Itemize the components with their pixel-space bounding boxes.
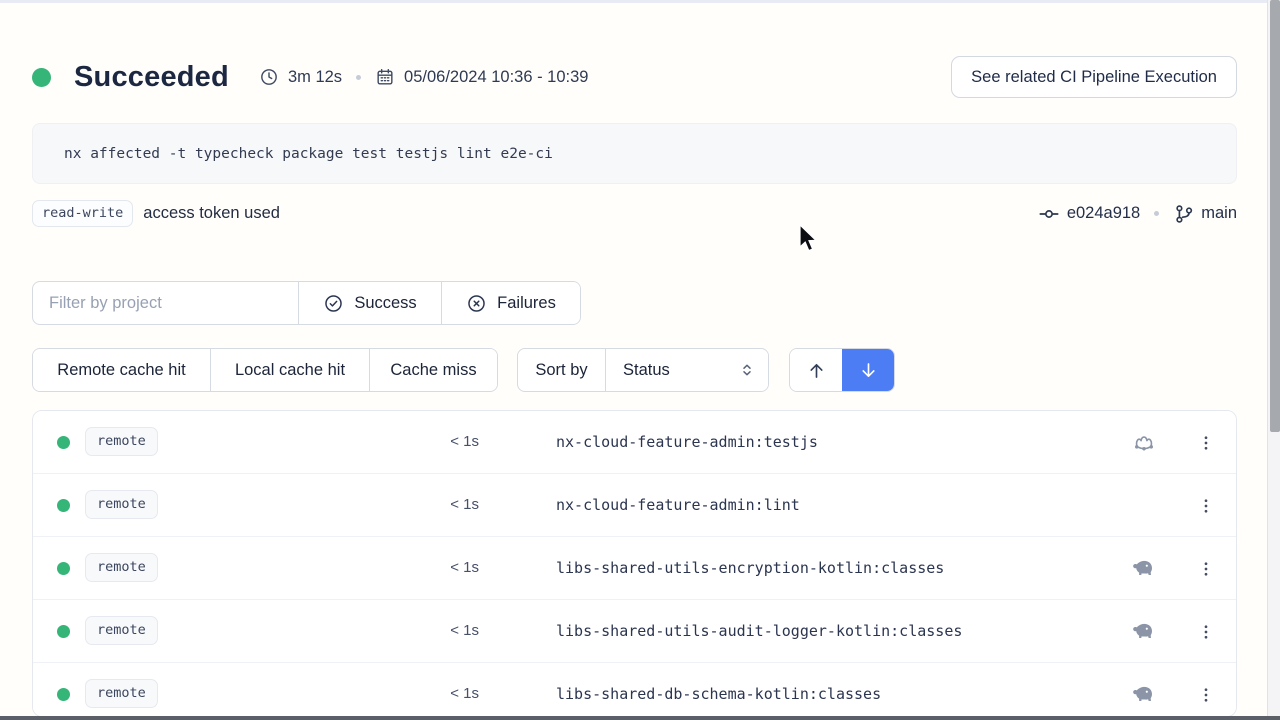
separator-dot	[356, 75, 361, 80]
see-related-ci-pipeline-button[interactable]: See related CI Pipeline Execution	[951, 56, 1237, 98]
cache-miss-button[interactable]: Cache miss	[370, 349, 497, 391]
cache-source-badge: remote	[85, 679, 158, 708]
task-menu-button[interactable]	[1191, 617, 1221, 647]
run-command-box: nx affected -t typecheck package test te…	[32, 123, 1237, 184]
arrow-down-icon	[858, 360, 879, 381]
task-duration: < 1s	[411, 496, 479, 513]
clock-icon	[259, 67, 279, 87]
run-duration: 3m 12s	[288, 68, 342, 87]
cache-source-badge: remote	[85, 553, 158, 582]
task-status-dot	[57, 436, 70, 449]
task-row[interactable]: remote < 1s libs-shared-utils-encryption…	[33, 537, 1236, 600]
bottom-window-edge	[0, 716, 1280, 720]
chevron-up-down-icon	[738, 361, 756, 379]
task-name: libs-shared-utils-encryption-kotlin:clas…	[556, 559, 944, 577]
filter-by-project-input[interactable]	[33, 282, 298, 324]
calendar-icon	[375, 67, 395, 87]
task-list: remote < 1s nx-cloud-feature-admin:testj…	[32, 410, 1237, 717]
task-duration: < 1s	[411, 622, 479, 639]
remote-cache-hit-button[interactable]: Remote cache hit	[33, 349, 210, 391]
sort-group: Sort by Status	[517, 348, 769, 392]
task-duration: < 1s	[411, 559, 479, 576]
task-status-dot	[57, 499, 70, 512]
run-date-range: 05/06/2024 10:36 - 10:39	[404, 68, 588, 87]
run-command: nx affected -t typecheck package test te…	[64, 146, 553, 162]
task-name: nx-cloud-feature-admin:testjs	[556, 433, 818, 451]
jest-icon	[1131, 430, 1157, 456]
sort-field-value: Status	[623, 361, 670, 380]
scrollbar-thumb[interactable]	[1270, 0, 1280, 432]
task-menu-button[interactable]	[1191, 554, 1221, 584]
task-duration: < 1s	[411, 685, 479, 702]
git-commit-icon	[1038, 203, 1060, 225]
nx-cloud-run-details-page: Succeeded 3m 12s 05/06/2024 10:36 - 10:3…	[0, 0, 1280, 720]
status-dot	[32, 68, 51, 87]
sort-descending-button[interactable]	[842, 349, 894, 391]
filter-failures-label: Failures	[497, 294, 556, 313]
task-status-dot	[57, 625, 70, 638]
task-row[interactable]: remote < 1s nx-cloud-feature-admin:testj…	[33, 411, 1236, 474]
arrow-up-icon	[806, 360, 827, 381]
cache-filter-group: Remote cache hit Local cache hit Cache m…	[32, 348, 498, 392]
access-token-label: access token used	[143, 204, 280, 223]
run-header: Succeeded 3m 12s 05/06/2024 10:36 - 10:3…	[32, 54, 1237, 100]
task-status-dot	[57, 688, 70, 701]
commit-hash[interactable]: e024a918	[1067, 204, 1140, 223]
token-row: read-write access token used e024a918 ma…	[32, 198, 1237, 229]
task-name: nx-cloud-feature-admin:lint	[556, 496, 800, 514]
local-cache-hit-button[interactable]: Local cache hit	[211, 349, 369, 391]
cache-source-badge: remote	[85, 616, 158, 645]
task-menu-button[interactable]	[1191, 680, 1221, 710]
gradle-elephant-icon	[1131, 556, 1157, 582]
separator-dot	[1154, 211, 1159, 216]
run-meta: 3m 12s 05/06/2024 10:36 - 10:39	[259, 67, 589, 87]
branch-name[interactable]: main	[1201, 204, 1237, 223]
project-filter-group: Success Failures	[32, 281, 581, 325]
task-status-dot	[57, 562, 70, 575]
task-name: libs-shared-utils-audit-logger-kotlin:cl…	[556, 622, 962, 640]
cache-source-badge: remote	[85, 490, 158, 519]
task-row[interactable]: remote < 1s libs-shared-utils-audit-logg…	[33, 600, 1236, 663]
task-row[interactable]: remote < 1s nx-cloud-feature-admin:lint	[33, 474, 1236, 537]
vertical-scrollbar[interactable]	[1267, 0, 1280, 720]
git-branch-icon	[1173, 203, 1195, 225]
sort-ascending-button[interactable]	[790, 349, 842, 391]
filter-success-button[interactable]: Success	[299, 282, 441, 324]
check-circle-icon	[323, 293, 344, 314]
sort-direction-group	[789, 348, 895, 392]
page-title: Succeeded	[74, 61, 229, 94]
filter-success-label: Success	[354, 294, 416, 313]
task-duration: < 1s	[411, 433, 479, 450]
top-border	[0, 0, 1280, 3]
gradle-elephant-icon	[1131, 619, 1157, 645]
vcs-info: e024a918 main	[1038, 203, 1237, 225]
task-menu-button[interactable]	[1191, 491, 1221, 521]
task-name: libs-shared-db-schema-kotlin:classes	[556, 685, 881, 703]
sort-field-select[interactable]: Status	[606, 349, 768, 391]
access-token-badge: read-write	[32, 200, 133, 227]
cache-source-badge: remote	[85, 427, 158, 456]
x-circle-icon	[466, 293, 487, 314]
sort-by-label: Sort by	[518, 349, 605, 391]
task-row[interactable]: remote < 1s libs-shared-db-schema-kotlin…	[33, 663, 1236, 717]
task-menu-button[interactable]	[1191, 428, 1221, 458]
gradle-elephant-icon	[1131, 682, 1157, 708]
filter-failures-button[interactable]: Failures	[442, 282, 580, 324]
